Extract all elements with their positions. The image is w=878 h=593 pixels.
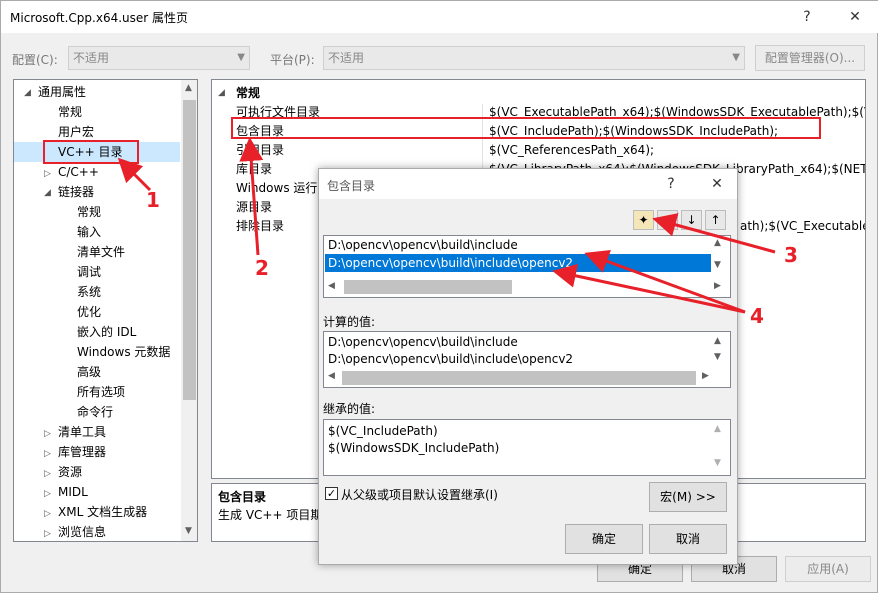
annotation-arrow-3 xyxy=(652,213,776,254)
annotation-number-4: 4 xyxy=(750,304,764,328)
annotation-number-1: 1 xyxy=(146,188,160,212)
annotation-arrow-1 xyxy=(117,157,152,192)
annotation-arrow-2 xyxy=(239,137,264,256)
annotation-number-3: 3 xyxy=(784,243,798,267)
annotation-number-2: 2 xyxy=(255,256,269,280)
annotation-arrows xyxy=(117,137,776,314)
